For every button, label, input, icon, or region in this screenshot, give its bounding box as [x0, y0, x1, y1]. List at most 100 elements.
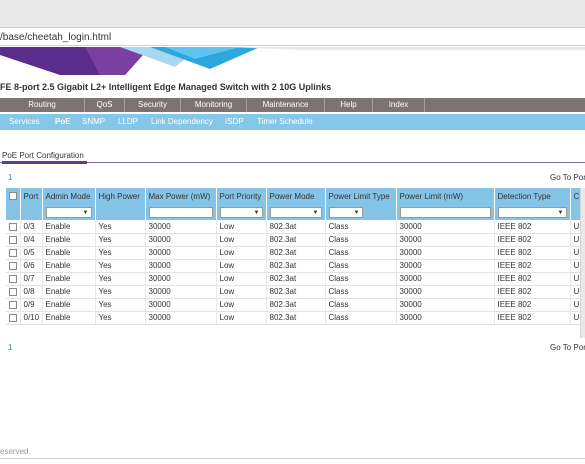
max-power-cell: 30000 [145, 246, 217, 260]
nav-security[interactable]: Security [125, 98, 181, 112]
subnav-isdp[interactable]: ISDP [225, 114, 244, 130]
nav-qos[interactable]: QoS [85, 98, 125, 112]
table-row[interactable]: 0/6 Enable Yes 30000 Low 802.3at Class 30000 IEE… [6, 259, 585, 273]
table-row[interactable]: 0/3 Enable Yes 30000 Low 802.3at Class 30000 IEE… [6, 220, 585, 234]
port-priority-cell: Low [216, 233, 267, 247]
subnav-timer-schedule[interactable]: Timer Schedule [257, 114, 313, 130]
chevron-down-icon: ▼ [82, 209, 89, 216]
col-power-limit-type[interactable]: Power Limit Type [325, 188, 397, 204]
col-admin-mode[interactable]: Admin Mode [42, 188, 96, 204]
nav-maintenance[interactable]: Maintenance [247, 98, 325, 112]
vertical-scrollbar[interactable] [580, 188, 585, 338]
power-limit-type-select[interactable]: ▼ [328, 206, 363, 218]
admin-mode-select[interactable]: ▼ [45, 206, 92, 218]
power-limit-type-cell: Class [325, 220, 397, 234]
col-high-power[interactable]: High Power [95, 188, 146, 204]
col-max-power[interactable]: Max Power (mW) [145, 188, 217, 204]
table-row[interactable]: 0/10 Enable Yes 30000 Low 802.3at Class 30000 IE… [6, 311, 585, 325]
detection-type-cell: IEEE 802 [494, 298, 571, 312]
power-limit-cell: 30000 [396, 311, 495, 325]
row-checkbox-icon[interactable] [9, 235, 17, 244]
detection-type-select[interactable]: ▼ [497, 206, 567, 218]
col-power-limit[interactable]: Power Limit (mW) [396, 188, 495, 204]
power-limit-cell: 30000 [396, 259, 495, 273]
browser-tab-strip [0, 0, 585, 28]
tab-poe-port-configuration[interactable]: PoE Port Configuration [2, 151, 84, 160]
max-power-input[interactable] [148, 206, 213, 218]
page-number-top[interactable]: 1 [8, 173, 12, 182]
col-port-priority[interactable]: Port Priority [216, 188, 267, 204]
power-limit-cell: 30000 [396, 233, 495, 247]
high-power-cell: Yes [95, 298, 146, 312]
footer-divider [0, 458, 585, 459]
main-nav: Routing QoS Security Monitoring Maintena… [0, 98, 585, 112]
address-bar[interactable]: /base/cheetah_login.html [0, 29, 585, 46]
active-tab-indicator [2, 161, 87, 164]
table-row[interactable]: 0/8 Enable Yes 30000 Low 802.3at Class 30000 IEE… [6, 285, 585, 299]
high-power-cell: Yes [95, 246, 146, 260]
select-all-checkbox-icon[interactable] [9, 192, 17, 201]
page-title: FE 8-port 2.5 Gigabit L2+ Intelligent Ed… [0, 82, 332, 92]
power-limit-type-cell: Class [325, 298, 397, 312]
subnav-link-dependency[interactable]: Link Dependency [151, 114, 213, 130]
row-checkbox-icon[interactable] [9, 222, 17, 231]
table-row[interactable]: 0/9 Enable Yes 30000 Low 802.3at Class 30000 IEE… [6, 298, 585, 312]
page-number-bottom[interactable]: 1 [8, 343, 12, 352]
subnav-snmp[interactable]: SNMP [82, 114, 105, 130]
col-port[interactable]: Port [20, 188, 43, 204]
power-mode-cell: 802.3at [266, 246, 326, 260]
nav-monitoring[interactable]: Monitoring [181, 98, 247, 112]
nav-routing[interactable]: Routing [0, 98, 85, 112]
port-priority-cell: Low [216, 220, 267, 234]
nav-help[interactable]: Help [325, 98, 373, 112]
port-priority-cell: Low [216, 246, 267, 260]
chevron-down-icon: ▼ [253, 209, 260, 216]
port-priority-cell: Low [216, 259, 267, 273]
detection-type-cell: IEEE 802 [494, 233, 571, 247]
table-row[interactable]: 0/5 Enable Yes 30000 Low 802.3at Class 30000 IEE… [6, 246, 585, 260]
power-mode-cell: 802.3at [266, 272, 326, 286]
high-power-cell: Yes [95, 220, 146, 234]
power-mode-cell: 802.3at [266, 220, 326, 234]
port-cell: 0/8 [20, 285, 43, 299]
port-priority-select[interactable]: ▼ [219, 206, 263, 218]
power-limit-cell: 30000 [396, 272, 495, 286]
row-checkbox-icon[interactable] [9, 248, 17, 257]
chevron-down-icon: ▼ [353, 209, 360, 216]
row-checkbox-icon[interactable] [9, 261, 17, 270]
port-priority-cell: Low [216, 298, 267, 312]
power-mode-cell: 802.3at [266, 311, 326, 325]
row-checkbox-icon[interactable] [9, 287, 17, 296]
poe-port-table: Port Admin Mode High Power Max Power (mW… [6, 188, 585, 325]
power-limit-cell: 30000 [396, 285, 495, 299]
max-power-cell: 30000 [145, 233, 217, 247]
address-url[interactable]: /base/cheetah_login.html [0, 32, 111, 43]
col-power-mode[interactable]: Power Mode [266, 188, 326, 204]
port-cell: 0/5 [20, 246, 43, 260]
power-mode-select[interactable]: ▼ [269, 206, 322, 218]
detection-type-cell: IEEE 802 [494, 311, 571, 325]
go-to-port-bottom[interactable]: Go To Por [550, 343, 585, 352]
tab-divider [0, 162, 585, 163]
port-cell: 0/6 [20, 259, 43, 273]
col-detection-type[interactable]: Detection Type [494, 188, 571, 204]
banner-graphic [0, 47, 585, 75]
row-checkbox-icon[interactable] [9, 274, 17, 283]
table-row[interactable]: 0/4 Enable Yes 30000 Low 802.3at Class 30000 IEE… [6, 233, 585, 247]
power-limit-input[interactable] [399, 206, 491, 218]
row-checkbox-icon[interactable] [9, 313, 17, 322]
power-mode-cell: 802.3at [266, 285, 326, 299]
high-power-cell: Yes [95, 285, 146, 299]
port-priority-cell: Low [216, 285, 267, 299]
subnav-lldp[interactable]: LLDP [118, 114, 138, 130]
admin-mode-cell: Enable [42, 272, 96, 286]
max-power-cell: 30000 [145, 285, 217, 299]
subnav-services[interactable]: Services [9, 114, 40, 130]
table-row[interactable]: 0/7 Enable Yes 30000 Low 802.3at Class 30000 IEE… [6, 272, 585, 286]
nav-index[interactable]: Index [373, 98, 425, 112]
subnav-poe[interactable]: PoE [55, 114, 71, 130]
row-checkbox-icon[interactable] [9, 300, 17, 309]
go-to-port-top[interactable]: Go To Por [550, 173, 585, 182]
high-power-cell: Yes [95, 272, 146, 286]
power-mode-cell: 802.3at [266, 233, 326, 247]
